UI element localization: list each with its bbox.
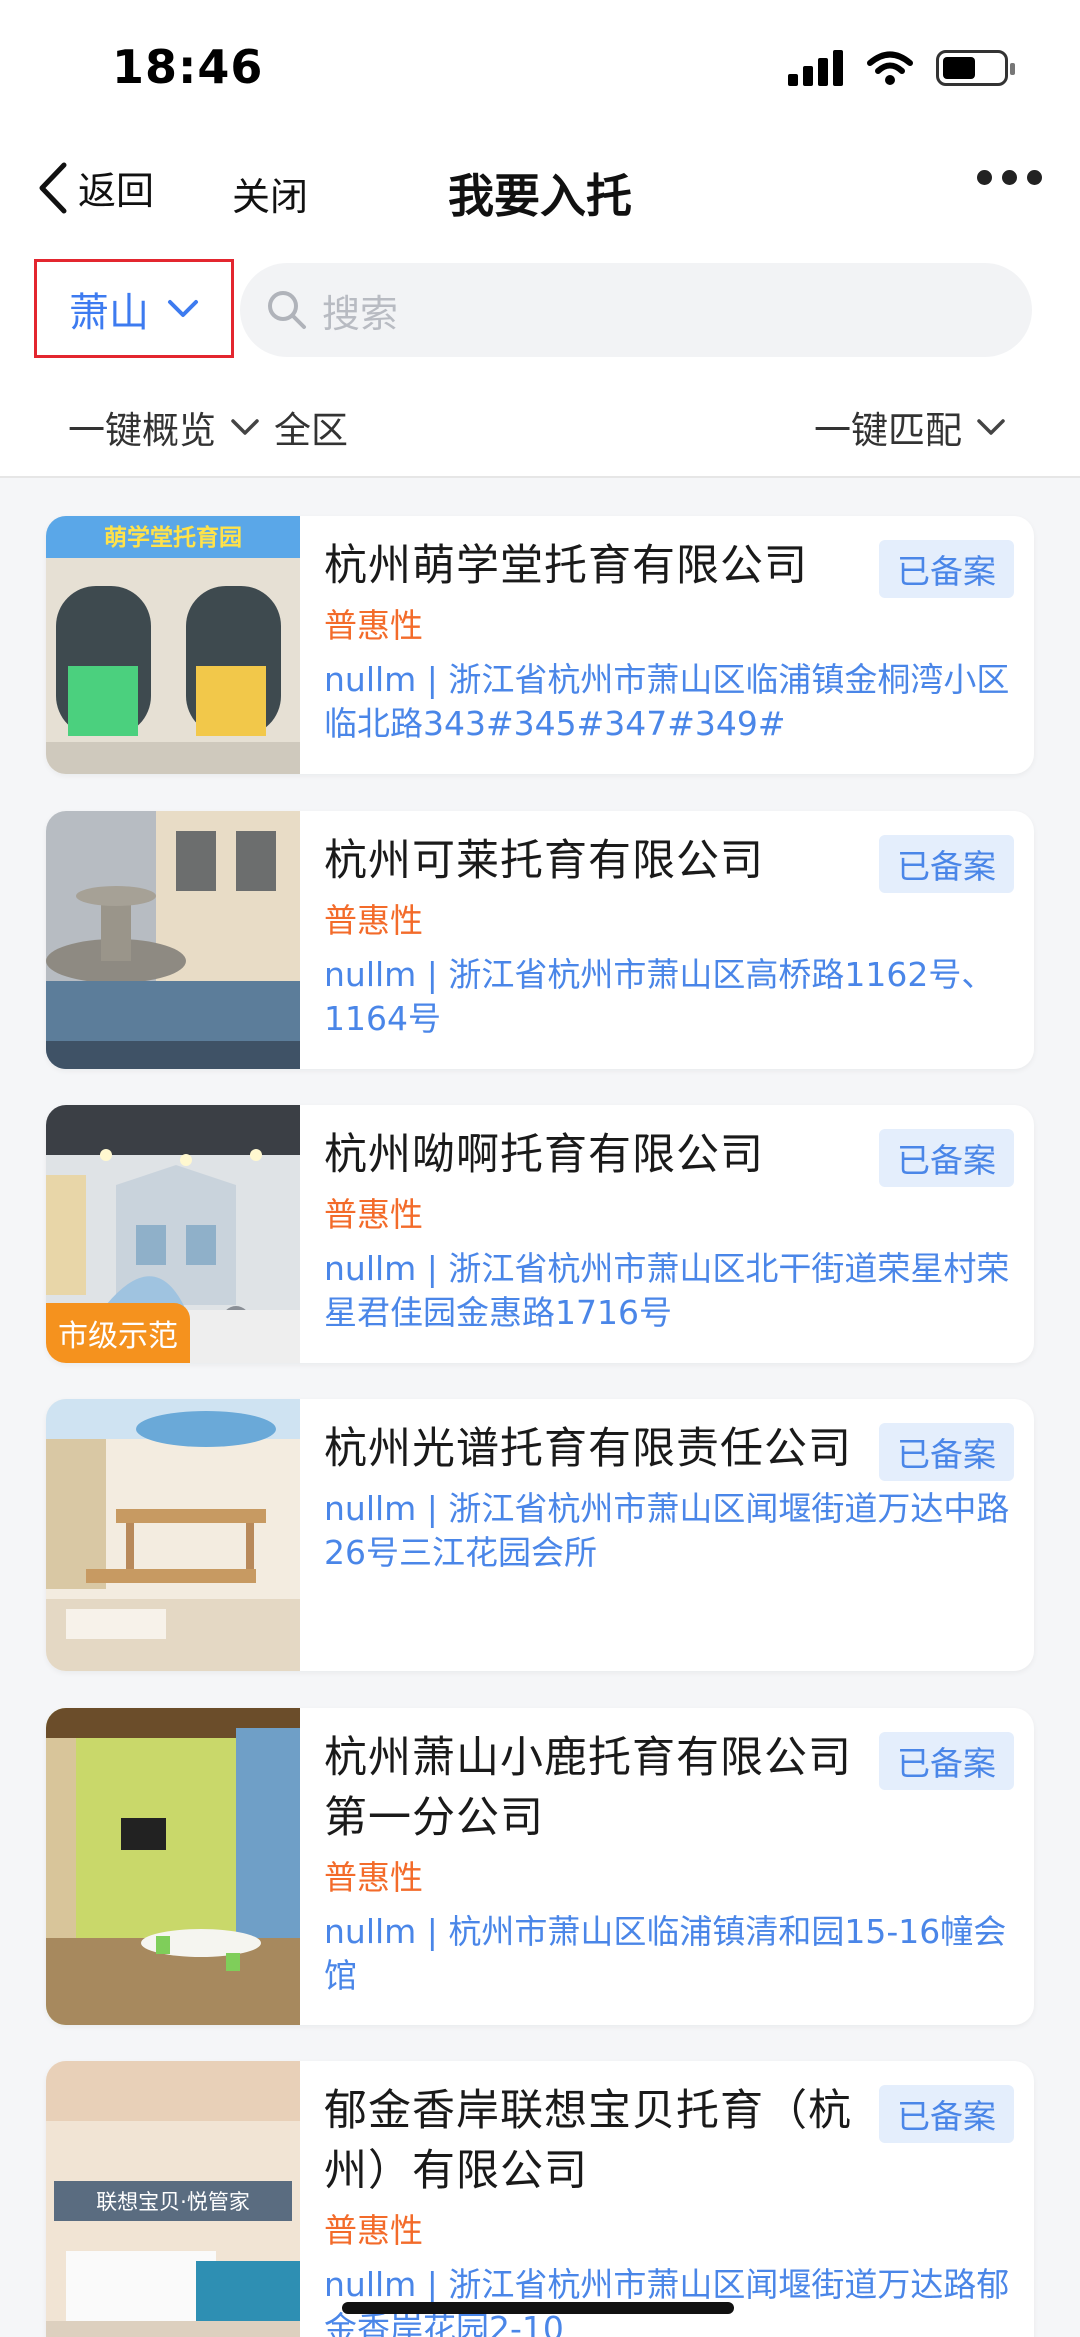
- more-dot-icon: [977, 170, 992, 185]
- filter-group: 一键概览 全区: [68, 400, 348, 454]
- status-badge: 已备案: [879, 540, 1014, 598]
- facility-photo: [46, 811, 300, 1069]
- filter-match-button[interactable]: 一键匹配: [814, 400, 1006, 454]
- filter-match-label: 一键匹配: [814, 409, 962, 452]
- card-body: 杭州光谱托育有限责任公司 已备案 nullm | 浙江省杭州市萧山区闻堰街道万达…: [324, 1419, 1014, 1575]
- facility-type: 普惠性: [324, 1195, 423, 1234]
- list-item[interactable]: 联想宝贝·悦管家 郁金香岸联想宝贝托育（杭州）有限公司 已备案 普惠性 null…: [46, 2061, 1034, 2337]
- facility-address: nullm | 浙江省杭州市萧山区北干街道荣星村荣星君佳园金惠路1716号: [324, 1249, 1010, 1332]
- facility-name: 杭州可莱托育有限公司: [324, 836, 764, 886]
- status-badge: 已备案: [879, 2085, 1014, 2143]
- facility-name: 杭州萌学堂托育有限公司: [324, 541, 808, 591]
- home-indicator[interactable]: [342, 2302, 734, 2314]
- search-icon: [268, 291, 306, 329]
- facility-type: 普惠性: [324, 2211, 423, 2250]
- status-badge: 已备案: [879, 1129, 1014, 1187]
- facility-name: 郁金香岸联想宝贝托育（杭州）有限公司: [324, 2086, 852, 2196]
- demo-label: 市级示范: [46, 1303, 190, 1363]
- back-label: 返回: [78, 169, 155, 213]
- facility-type: 普惠性: [324, 901, 423, 940]
- more-dot-icon: [1027, 170, 1042, 185]
- facility-address: nullm | 浙江省杭州市萧山区闻堰街道万达中路26号三江花园会所: [324, 1489, 1010, 1572]
- close-button[interactable]: 关闭: [232, 166, 308, 221]
- facility-name: 杭州光谱托育有限责任公司: [324, 1424, 852, 1474]
- list-item[interactable]: 萌学堂托育园 杭州萌学堂托育有限公司 已备案 普惠性 nullm | 浙江省杭州…: [46, 516, 1034, 774]
- status-icons: [788, 50, 1015, 86]
- facility-photo: 联想宝贝·悦管家: [46, 2061, 300, 2337]
- chevron-down-icon: [977, 419, 1005, 435]
- card-body: 杭州萌学堂托育有限公司 已备案 普惠性 nullm | 浙江省杭州市萧山区临浦镇…: [324, 536, 1014, 746]
- search-placeholder: 搜索: [322, 291, 399, 336]
- sign-text: 联想宝贝·悦管家: [96, 2190, 250, 2214]
- status-badge: 已备案: [879, 835, 1014, 893]
- facility-photo: 市级示范: [46, 1105, 300, 1363]
- chevron-down-icon: [168, 299, 198, 317]
- facility-address: nullm | 浙江省杭州市萧山区临浦镇金桐湾小区临北路343#345#347#…: [324, 660, 1010, 743]
- facility-type: 普惠性: [324, 1858, 423, 1897]
- filter-overview-button[interactable]: 一键概览: [68, 400, 216, 454]
- battery-icon: [936, 50, 1015, 86]
- cellular-signal-icon: [788, 50, 843, 86]
- status-badge: 已备案: [879, 1423, 1014, 1481]
- list-item[interactable]: 杭州可莱托育有限公司 已备案 普惠性 nullm | 浙江省杭州市萧山区高桥路1…: [46, 811, 1034, 1069]
- list-item[interactable]: 杭州光谱托育有限责任公司 已备案 nullm | 浙江省杭州市萧山区闻堰街道万达…: [46, 1399, 1034, 1671]
- region-select[interactable]: 萧山: [34, 259, 234, 358]
- facility-address: nullm | 杭州市萧山区临浦镇清和园15-16幢会馆: [324, 1912, 1007, 1995]
- chevron-down-icon[interactable]: [230, 418, 260, 436]
- status-badge: 已备案: [879, 1732, 1014, 1790]
- back-button[interactable]: 返回: [36, 160, 154, 215]
- search-input[interactable]: 搜索: [240, 263, 1032, 357]
- wifi-icon: [867, 51, 913, 85]
- facility-address: nullm | 浙江省杭州市萧山区高桥路1162号、1164号: [324, 955, 995, 1038]
- facility-name: 杭州呦啊托育有限公司: [324, 1130, 764, 1180]
- card-body: 杭州萧山小鹿托育有限公司第一分公司 已备案 普惠性 nullm | 杭州市萧山区…: [324, 1728, 1014, 1998]
- card-body: 郁金香岸联想宝贝托育（杭州）有限公司 已备案 普惠性 nullm | 浙江省杭州…: [324, 2081, 1014, 2337]
- region-label: 萧山: [69, 289, 149, 336]
- facility-address: nullm | 浙江省杭州市萧山区闻堰街道万达路郁金香岸花园2-10: [324, 2265, 1010, 2337]
- list-item[interactable]: 市级示范 杭州呦啊托育有限公司 已备案 普惠性 nullm | 浙江省杭州市萧山…: [46, 1105, 1034, 1363]
- facility-photo: [46, 1708, 300, 2025]
- card-body: 杭州呦啊托育有限公司 已备案 普惠性 nullm | 浙江省杭州市萧山区北干街道…: [324, 1125, 1014, 1335]
- facility-photo: 萌学堂托育园: [46, 516, 300, 774]
- battery-tip: [1010, 63, 1015, 75]
- facility-name: 杭州萧山小鹿托育有限公司第一分公司: [324, 1733, 852, 1843]
- battery-level: [943, 57, 975, 79]
- filter-area-button[interactable]: 全区: [274, 400, 348, 454]
- chevron-left-icon: [39, 162, 67, 213]
- status-time: 18:46: [112, 40, 264, 94]
- card-body: 杭州可莱托育有限公司 已备案 普惠性 nullm | 浙江省杭州市萧山区高桥路1…: [324, 831, 1014, 1041]
- more-menu-button[interactable]: [977, 170, 1042, 185]
- list-item[interactable]: 杭州萧山小鹿托育有限公司第一分公司 已备案 普惠性 nullm | 杭州市萧山区…: [46, 1708, 1034, 2025]
- sign-text: 萌学堂托育园: [104, 524, 242, 551]
- facility-photo: [46, 1399, 300, 1671]
- facility-type: 普惠性: [324, 606, 423, 645]
- more-dot-icon: [1002, 170, 1017, 185]
